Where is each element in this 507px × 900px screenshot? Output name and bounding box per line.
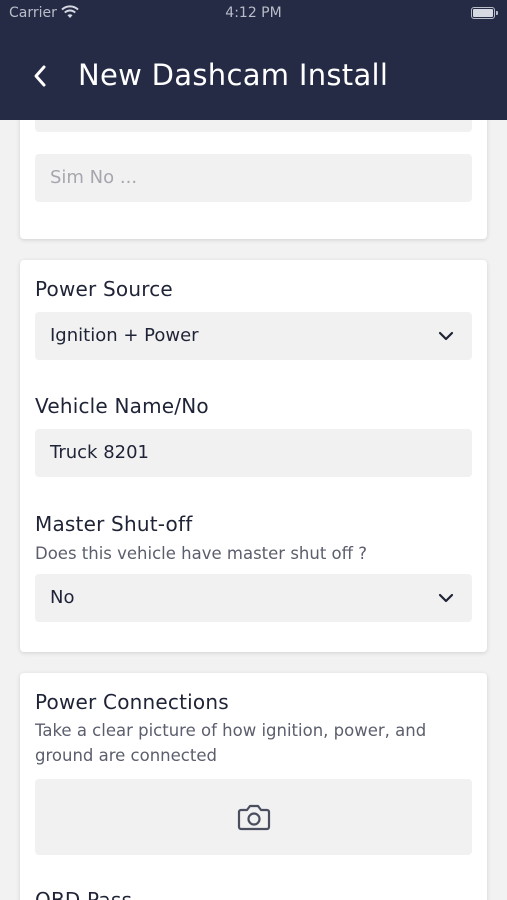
battery-icon bbox=[471, 7, 498, 19]
chevron-down-icon bbox=[438, 331, 454, 341]
nav-bar: New Dashcam Install bbox=[0, 50, 507, 104]
power-connections-help: Take a clear picture of how ignition, po… bbox=[35, 721, 427, 765]
master-shutoff-label: Master Shut-off bbox=[35, 512, 193, 536]
master-shutoff-help: Does this vehicle have master shut off ? bbox=[35, 544, 368, 563]
obd-pass-label: OBD Pass... bbox=[35, 888, 152, 900]
vehicle-name-label: Vehicle Name/No bbox=[35, 394, 209, 418]
status-time: 4:12 PM bbox=[225, 5, 282, 21]
power-source-value: Ignition + Power bbox=[50, 325, 199, 346]
camera-icon bbox=[237, 804, 270, 831]
master-shutoff-value: No bbox=[50, 587, 75, 608]
app-header: Carrier 4:12 PM New Dashcam Install bbox=[0, 0, 507, 120]
page-title: New Dashcam Install bbox=[78, 58, 389, 92]
vehicle-name-value: Truck 8201 bbox=[50, 442, 150, 463]
back-button[interactable] bbox=[24, 58, 56, 94]
power-connections-label: Power Connections bbox=[35, 690, 229, 714]
connections-card: Power Connections Take a clear picture o… bbox=[20, 673, 487, 900]
power-source-select[interactable]: Ignition + Power bbox=[35, 312, 472, 360]
sim-no-placeholder: Sim No ... bbox=[50, 167, 138, 188]
back-chevron-icon bbox=[34, 65, 46, 87]
status-bar: Carrier 4:12 PM bbox=[0, 0, 507, 28]
vehicle-name-input[interactable]: Truck 8201 bbox=[35, 429, 472, 477]
sim-no-field[interactable]: Sim No ... bbox=[35, 154, 472, 202]
photo-upload-button[interactable] bbox=[35, 779, 472, 855]
power-source-label: Power Source bbox=[35, 277, 173, 301]
master-shutoff-select[interactable]: No bbox=[35, 574, 472, 622]
chevron-down-icon bbox=[438, 593, 454, 603]
power-card: Power Source Ignition + Power Vehicle Na… bbox=[20, 260, 487, 652]
